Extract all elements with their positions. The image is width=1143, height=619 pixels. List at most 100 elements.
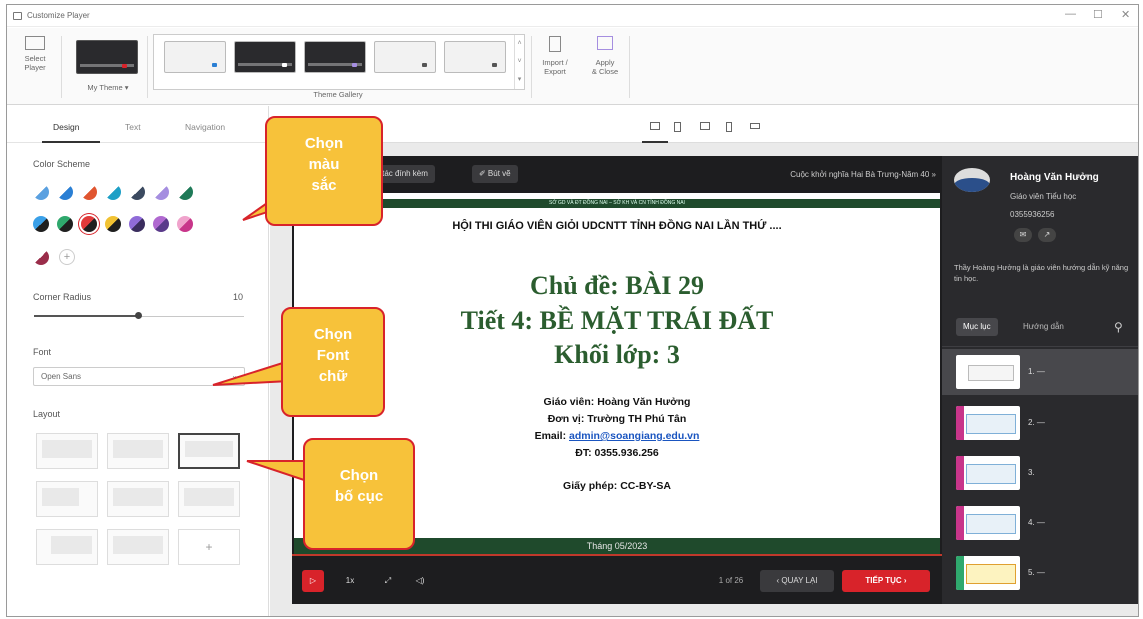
search-icon[interactable]: ⚲ xyxy=(1114,320,1123,334)
color-swatch[interactable] xyxy=(33,216,49,232)
toc-item[interactable]: 4. — xyxy=(942,500,1138,546)
apply-close-button[interactable]: Apply & Close xyxy=(587,34,623,76)
sidebar-tabs: Mục lục Hướng dẫn ⚲ xyxy=(942,314,1138,340)
color-swatch[interactable] xyxy=(153,184,169,200)
my-theme-dropdown[interactable]: My Theme ▾ xyxy=(75,83,141,92)
color-swatch[interactable] xyxy=(57,184,73,200)
callout-font: Chọn Font chữ xyxy=(281,307,385,417)
corner-radius-value: 10 xyxy=(233,292,244,302)
slide-counter: 1 of 26 xyxy=(718,576,744,585)
corner-radius-fill xyxy=(34,315,139,317)
toc-thumbnail xyxy=(956,506,1020,540)
slide-email-link[interactable]: admin@soangiang.edu.vn xyxy=(569,430,699,442)
my-theme-thumbnail[interactable] xyxy=(76,40,138,74)
layout-option[interactable] xyxy=(36,481,98,517)
theme-thumb-5[interactable] xyxy=(444,41,506,73)
player-top-bar: ng tác đính kèm ✐ Bút vẽ Cuộc khởi nghĩa… xyxy=(292,156,942,193)
speed-button[interactable]: 1x xyxy=(338,570,362,592)
apply-icon xyxy=(597,36,613,50)
slide-topic: Chủ đề: BÀI 29 xyxy=(529,271,705,300)
player-icon xyxy=(25,36,45,50)
corner-radius-label: Corner Radius xyxy=(33,292,92,302)
color-swatch[interactable] xyxy=(33,184,49,200)
toc-item[interactable]: 2. — xyxy=(942,400,1138,446)
email-icon[interactable]: ✉ xyxy=(1014,228,1032,242)
app-icon xyxy=(13,11,22,20)
active-tab-indicator xyxy=(42,141,100,143)
layout-option[interactable] xyxy=(107,481,169,517)
presenter-role: Giáo viên Tiểu học xyxy=(1010,192,1077,201)
tab-navigation[interactable]: Navigation xyxy=(185,122,225,132)
toc-label: 3. xyxy=(1028,468,1035,477)
layout-option[interactable] xyxy=(178,433,240,469)
layout-option[interactable] xyxy=(107,529,169,565)
layout-option[interactable] xyxy=(107,433,169,469)
layout-label: Layout xyxy=(33,409,61,419)
player-control-bar: ▷ 1x ⤢ ◁) 1 of 26 ‹ QUAY LẠI TIẾP TỤC › xyxy=(292,554,942,604)
color-swatch[interactable] xyxy=(129,184,145,200)
layout-option[interactable] xyxy=(178,481,240,517)
tab-design[interactable]: Design xyxy=(53,122,79,132)
slide-header-strip: SỞ GD VÀ ĐT ĐỒNG NAI – SỞ KH VÀ CN TỈNH … xyxy=(294,199,940,208)
select-player-label: Select Player xyxy=(24,54,46,72)
sidebar: Hoàng Văn Hưởng Giáo viên Tiểu học 03559… xyxy=(942,156,1138,604)
color-swatch[interactable] xyxy=(177,184,193,200)
presenter-name: Hoàng Văn Hưởng xyxy=(1010,172,1099,183)
import-export-button[interactable]: Import / Export xyxy=(535,34,575,76)
sidebar-divider xyxy=(942,346,1138,347)
theme-thumb-1[interactable] xyxy=(164,41,226,73)
minimize-button[interactable]: — xyxy=(1065,8,1076,20)
theme-thumb-4[interactable] xyxy=(374,41,436,73)
tab-guide[interactable]: Hướng dẫn xyxy=(1016,318,1071,336)
prev-button[interactable]: ‹ QUAY LẠI xyxy=(760,570,834,592)
color-swatch[interactable] xyxy=(57,216,73,232)
presenter-avatar xyxy=(954,168,990,192)
color-swatch[interactable] xyxy=(33,249,49,265)
theme-thumb-3[interactable] xyxy=(304,41,366,73)
title-bar: Customize Player xyxy=(7,5,1138,27)
gallery-scroll[interactable]: ˄ ˅ ▾ xyxy=(514,35,524,89)
desktop-view-icon[interactable] xyxy=(650,122,660,130)
tab-toc[interactable]: Mục lục xyxy=(956,318,998,336)
font-select[interactable]: Open Sans ⌄ xyxy=(33,367,245,386)
corner-radius-handle[interactable] xyxy=(135,312,142,319)
tablet-portrait-icon[interactable] xyxy=(674,122,681,132)
fullscreen-icon[interactable]: ⤢ xyxy=(378,570,398,592)
link-icon[interactable]: ↗ xyxy=(1038,228,1056,242)
import-export-label: Import / Export xyxy=(542,58,568,76)
layout-option[interactable] xyxy=(36,529,98,565)
toc-item[interactable]: 1. — xyxy=(942,349,1138,395)
select-player-button[interactable]: Select Player xyxy=(21,34,49,72)
volume-icon[interactable]: ◁) xyxy=(410,570,430,592)
color-swatch[interactable] xyxy=(129,216,145,232)
slide-grade: Khối lớp: 3 xyxy=(554,340,680,369)
tab-text[interactable]: Text xyxy=(125,122,141,132)
add-layout-icon[interactable]: + xyxy=(178,529,240,565)
next-button[interactable]: TIẾP TỤC › xyxy=(842,570,930,592)
slide-title-breadcrumb[interactable]: Cuộc khởi nghĩa Hai Bà Trưng-Năm 40 » xyxy=(790,170,936,179)
toc-item[interactable]: 5. — xyxy=(942,550,1138,596)
phone-portrait-icon[interactable] xyxy=(726,122,732,132)
chevron-down-icon: ⌄ xyxy=(231,371,238,380)
color-swatch[interactable] xyxy=(105,216,121,232)
color-swatch[interactable] xyxy=(81,216,97,232)
add-color-icon[interactable]: + xyxy=(59,249,75,265)
tablet-landscape-icon[interactable] xyxy=(700,122,710,130)
maximize-button[interactable]: ☐ xyxy=(1093,8,1103,21)
close-button[interactable]: ✕ xyxy=(1121,8,1130,21)
color-swatch[interactable] xyxy=(177,216,193,232)
phone-landscape-icon[interactable] xyxy=(750,123,760,129)
font-label: Font xyxy=(33,347,52,357)
font-select-value: Open Sans xyxy=(41,372,82,381)
theme-gallery[interactable]: ˄ ˅ ▾ xyxy=(153,34,525,90)
play-button[interactable]: ▷ xyxy=(302,570,324,592)
color-swatch[interactable] xyxy=(153,216,169,232)
active-view-indicator xyxy=(642,141,668,143)
notes-button[interactable]: ✐ Bút vẽ xyxy=(472,165,518,183)
color-swatch[interactable] xyxy=(81,184,97,200)
presenter-bio: Thầy Hoàng Hưởng là giáo viên hướng dẫn … xyxy=(954,263,1129,283)
toc-item[interactable]: 3. xyxy=(942,450,1138,496)
color-swatch[interactable] xyxy=(105,184,121,200)
layout-option[interactable] xyxy=(36,433,98,469)
theme-thumb-2[interactable] xyxy=(234,41,296,73)
